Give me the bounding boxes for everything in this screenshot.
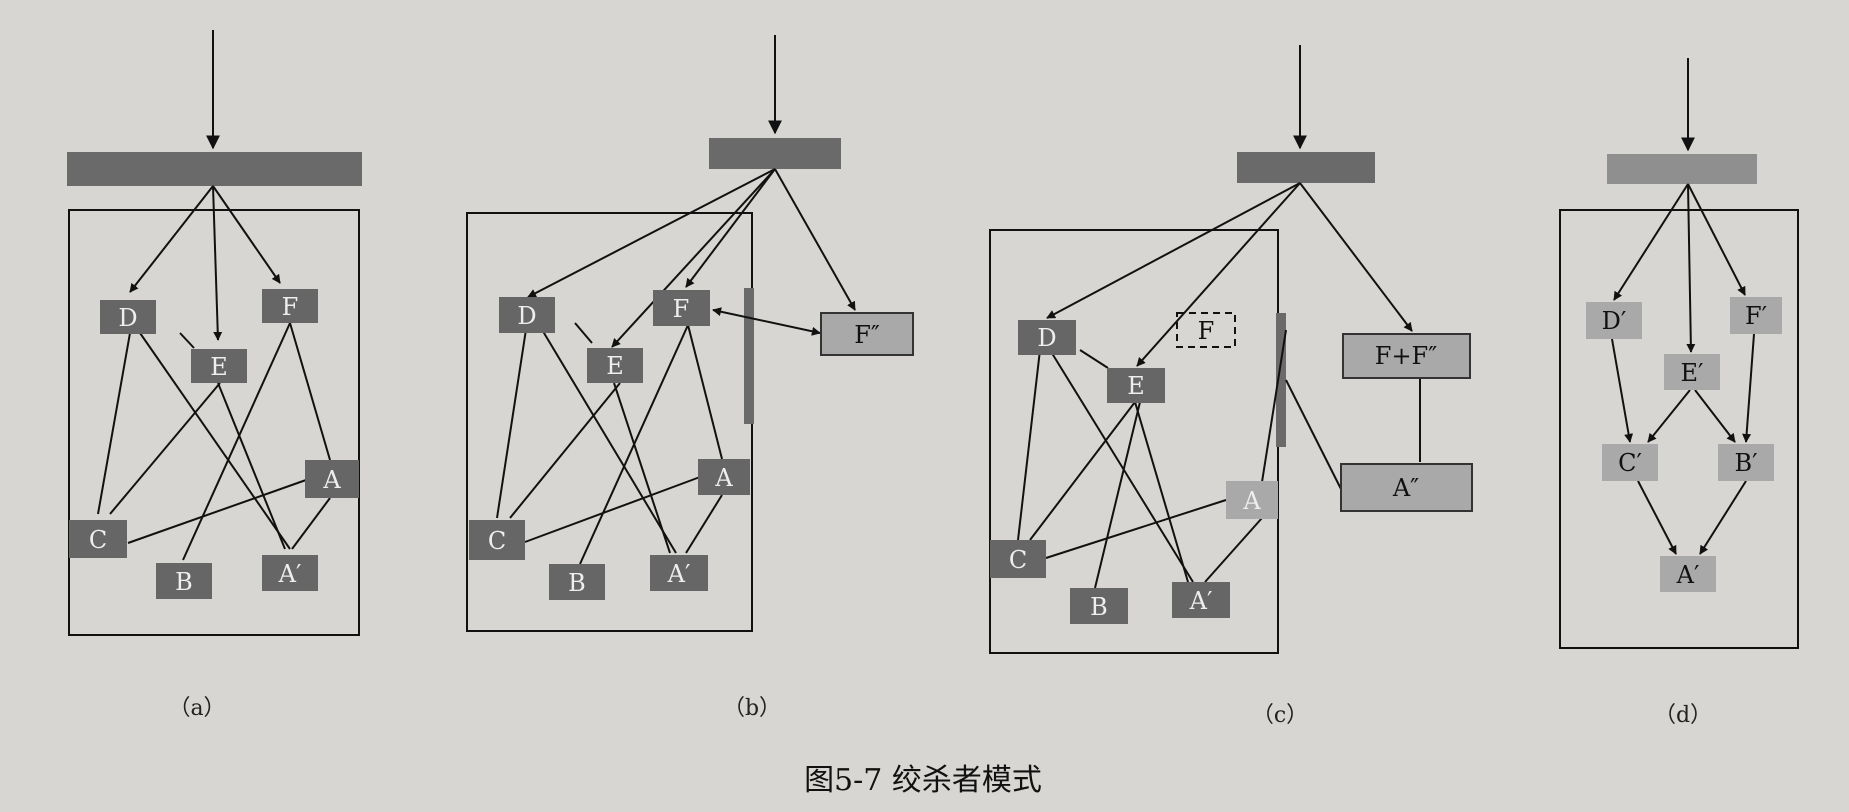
node-A-double-prime: A″: [1340, 463, 1473, 512]
panel-label: （a）: [168, 696, 225, 721]
svg-text:A′: A′: [1676, 561, 1700, 589]
node-E: E: [191, 349, 247, 383]
node-C: C: [990, 540, 1046, 578]
svg-text:F″: F″: [854, 321, 880, 349]
svg-text:D: D: [1037, 324, 1056, 352]
svg-text:E: E: [1127, 372, 1145, 400]
panel-a: D E F A C B A′ （a）: [67, 30, 362, 721]
node-A: A: [698, 459, 750, 495]
node-B-prime: B′: [1718, 444, 1774, 481]
panel-label: （d）: [1654, 703, 1712, 728]
monolith-box: [466, 212, 753, 632]
svg-text:B: B: [568, 569, 586, 597]
strangler-facade: [744, 288, 754, 424]
node-D: D: [1018, 320, 1076, 355]
node-A: A: [305, 460, 359, 498]
panel-d: D′ F′ E′ C′ B′ A′ （d）: [1559, 58, 1799, 728]
strangler-pattern-diagram: D E F A C B A′ （a） D E F A C B A′ F″ （b）…: [67, 30, 1799, 798]
svg-text:A: A: [1242, 487, 1261, 515]
node-C: C: [469, 520, 525, 560]
svg-text:A: A: [714, 464, 733, 492]
svg-text:A″: A″: [1392, 474, 1419, 502]
edges: [496, 168, 856, 565]
node-A-prime: A′: [262, 555, 318, 591]
svg-text:F: F: [282, 293, 299, 321]
svg-text:F′: F′: [1745, 302, 1767, 330]
node-F-plus-F-double-prime: F+F″: [1342, 333, 1471, 379]
node-B: B: [549, 564, 605, 600]
routing-bar: [67, 152, 362, 186]
svg-text:D: D: [118, 304, 137, 332]
svg-text:A′: A′: [278, 560, 302, 588]
edges: [1017, 182, 1421, 589]
node-D-prime: D′: [1586, 302, 1642, 339]
figure-caption: 图5-7 绞杀者模式: [804, 763, 1042, 798]
svg-text:A′: A′: [667, 560, 691, 588]
node-A-prime: A′: [1172, 582, 1230, 618]
node-A-prime: A′: [1660, 556, 1716, 592]
node-F: F: [262, 289, 318, 323]
svg-text:E: E: [210, 353, 228, 381]
node-A-prime: A′: [650, 555, 708, 591]
node-E: E: [587, 348, 643, 383]
panel-label: （b）: [723, 696, 781, 721]
svg-text:B: B: [1090, 593, 1108, 621]
node-D: D: [100, 300, 156, 334]
svg-text:B′: B′: [1734, 449, 1757, 477]
node-F-double-prime: F″: [820, 312, 914, 356]
svg-text:C: C: [89, 526, 107, 554]
svg-text:F+F″: F+F″: [1375, 342, 1437, 370]
svg-text:E′: E′: [1681, 359, 1704, 387]
panel-c: D F E A C B A′ F+F″ A″ （c）: [989, 45, 1473, 728]
svg-text:B: B: [175, 568, 193, 596]
node-A: A: [1226, 481, 1278, 519]
routing-bar: [1607, 154, 1757, 184]
monolith-box: [989, 229, 1279, 654]
svg-text:C: C: [488, 527, 506, 555]
node-D: D: [499, 297, 555, 333]
node-C: C: [69, 520, 127, 558]
svg-text:C′: C′: [1618, 449, 1642, 477]
node-B: B: [1070, 588, 1128, 624]
svg-text:F: F: [1198, 317, 1215, 345]
node-F-prime: F′: [1730, 297, 1782, 334]
node-B: B: [156, 563, 212, 599]
svg-text:D′: D′: [1602, 307, 1627, 335]
node-F-removed: F: [1176, 312, 1236, 348]
svg-text:D: D: [517, 302, 536, 330]
panel-b: D E F A C B A′ F″ （b）: [466, 35, 914, 721]
routing-bar: [1237, 152, 1375, 183]
svg-text:F: F: [673, 295, 690, 323]
node-E-prime: E′: [1664, 354, 1720, 390]
svg-text:E: E: [606, 352, 624, 380]
node-E: E: [1107, 368, 1165, 403]
routing-bar: [709, 138, 841, 169]
svg-text:A: A: [322, 466, 341, 494]
svg-text:C: C: [1009, 546, 1027, 574]
panel-label: （c）: [1252, 703, 1308, 728]
svg-text:A′: A′: [1189, 587, 1213, 615]
node-F: F: [653, 290, 710, 326]
node-C-prime: C′: [1602, 444, 1658, 481]
